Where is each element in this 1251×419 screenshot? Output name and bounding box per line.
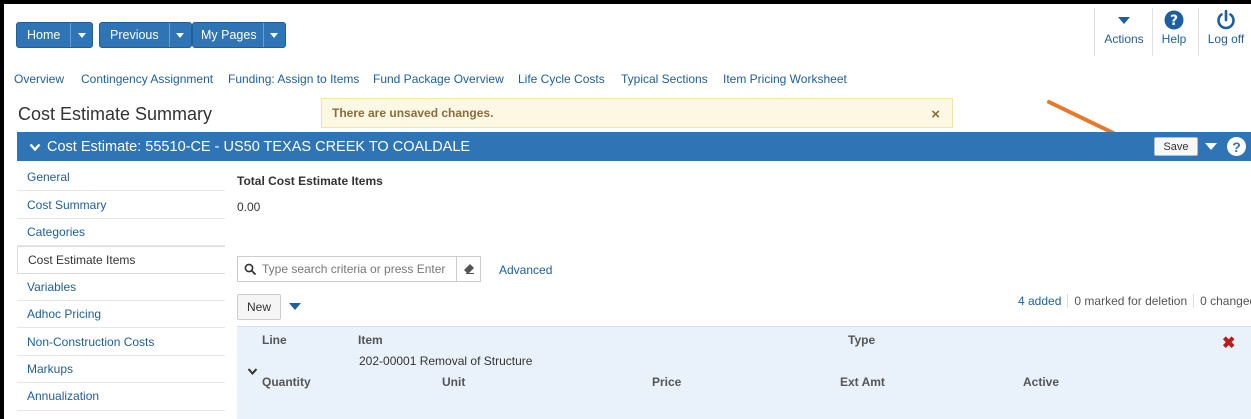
home-button[interactable]: Home — [16, 22, 94, 48]
section-title: Total Cost Estimate Items — [237, 174, 383, 188]
previous-button[interactable]: Previous — [99, 22, 192, 48]
power-icon — [1215, 8, 1237, 32]
expand-chevron-icon[interactable] — [247, 365, 258, 379]
my-pages-label: My Pages — [201, 28, 257, 42]
tab-typical-sections[interactable]: Typical Sections — [621, 72, 708, 86]
unit-header: Unit — [442, 375, 466, 389]
sidebar: General Cost Summary Categories Cost Est… — [17, 164, 225, 411]
delete-icon[interactable]: ✖ — [1222, 333, 1235, 353]
caret-down-icon — [1118, 8, 1130, 32]
sidebar-item-adhoc-pricing[interactable]: Adhoc Pricing — [17, 301, 225, 329]
divider — [1198, 8, 1199, 56]
sidebar-item-general[interactable]: General — [17, 164, 225, 192]
home-dropdown[interactable] — [70, 23, 92, 47]
app-frame: Home Previous My Pages Actions ? Help Lo… — [4, 4, 1251, 419]
search-input[interactable]: Type search criteria or press Enter — [262, 262, 456, 276]
item-header: Item — [358, 333, 383, 347]
tab-item-pricing-worksheet[interactable]: Item Pricing Worksheet — [723, 72, 847, 86]
alert-text: There are unsaved changes. — [332, 106, 494, 120]
my-pages-dropdown[interactable] — [262, 23, 285, 47]
top-nav: Home Previous My Pages Actions ? Help Lo… — [4, 4, 1251, 64]
chevron-down-icon[interactable] — [29, 142, 41, 152]
divider — [1152, 8, 1153, 56]
search-box[interactable]: Type search criteria or press Enter — [237, 256, 481, 282]
help-icon: ? — [1164, 8, 1184, 32]
cost-estimate-header: Cost Estimate: 55510-CE - US50 TEXAS CRE… — [17, 132, 1251, 161]
chevron-down-icon — [77, 32, 86, 38]
save-button[interactable]: Save — [1154, 137, 1198, 156]
page-title: Cost Estimate Summary — [18, 104, 213, 124]
chevron-down-icon — [270, 32, 279, 38]
sidebar-item-markups[interactable]: Markups — [17, 356, 225, 384]
home-label: Home — [27, 28, 61, 42]
sidebar-item-cost-estimate-items[interactable]: Cost Estimate Items — [17, 246, 225, 274]
active-header: Active — [1023, 375, 1060, 389]
eraser-icon[interactable] — [456, 257, 480, 281]
tab-funding-assign[interactable]: Funding: Assign to Items — [228, 72, 359, 86]
table-row[interactable]: Line Item Type ✖ 202-00001 Removal of St… — [237, 326, 1251, 419]
tab-fund-package-overview[interactable]: Fund Package Overview — [373, 72, 504, 86]
price-header: Price — [652, 375, 682, 389]
caret-down-icon[interactable] — [1205, 143, 1217, 150]
tab-contingency-assignment[interactable]: Contingency Assignment — [81, 72, 213, 86]
tab-life-cycle-costs[interactable]: Life Cycle Costs — [518, 72, 605, 86]
added-count[interactable]: 4 added — [1012, 294, 1067, 308]
caret-down-icon[interactable] — [289, 303, 301, 310]
previous-dropdown[interactable] — [168, 23, 191, 47]
actions-button[interactable]: Actions — [1102, 8, 1146, 46]
divider — [1094, 8, 1095, 56]
help-label: Help — [1161, 32, 1187, 46]
quantity-header: Quantity — [262, 375, 311, 389]
section-total-value: 0.00 — [237, 200, 261, 214]
help-button[interactable]: ? Help — [1156, 8, 1192, 46]
line-header: Line — [262, 333, 287, 347]
previous-label: Previous — [110, 28, 159, 42]
deleted-count: 0 marked for deletion — [1067, 294, 1193, 308]
sidebar-item-cost-summary[interactable]: Cost Summary — [17, 191, 225, 219]
sidebar-item-annualization[interactable]: Annualization — [17, 383, 225, 411]
change-counts: 4 added 0 marked for deletion 0 changed — [1012, 294, 1251, 308]
svg-text:?: ? — [1170, 13, 1178, 29]
sidebar-item-categories[interactable]: Categories — [17, 219, 225, 247]
type-header: Type — [848, 333, 876, 347]
tab-overview[interactable]: Overview — [14, 72, 64, 86]
new-button[interactable]: New — [237, 294, 281, 320]
actions-label: Actions — [1104, 32, 1144, 46]
logoff-button[interactable]: Log off — [1204, 8, 1248, 46]
item-value: 202-00001 Removal of Structure — [359, 354, 533, 368]
changed-count: 0 changed — [1193, 294, 1251, 308]
advanced-search-link[interactable]: Advanced — [499, 263, 552, 277]
logoff-label: Log off — [1207, 32, 1245, 46]
search-icon — [238, 263, 262, 275]
close-icon[interactable]: × — [931, 106, 940, 123]
my-pages-button[interactable]: My Pages — [192, 22, 286, 48]
sidebar-item-variables[interactable]: Variables — [17, 274, 225, 301]
ext-amt-header: Ext Amt — [840, 375, 885, 389]
chevron-down-icon — [176, 32, 185, 38]
sidebar-item-non-construction-costs[interactable]: Non-Construction Costs — [17, 328, 225, 356]
unsaved-changes-alert: There are unsaved changes. × — [321, 98, 953, 128]
help-icon[interactable]: ? — [1227, 137, 1246, 156]
cost-estimate-title: Cost Estimate: 55510-CE - US50 TEXAS CRE… — [47, 138, 471, 155]
